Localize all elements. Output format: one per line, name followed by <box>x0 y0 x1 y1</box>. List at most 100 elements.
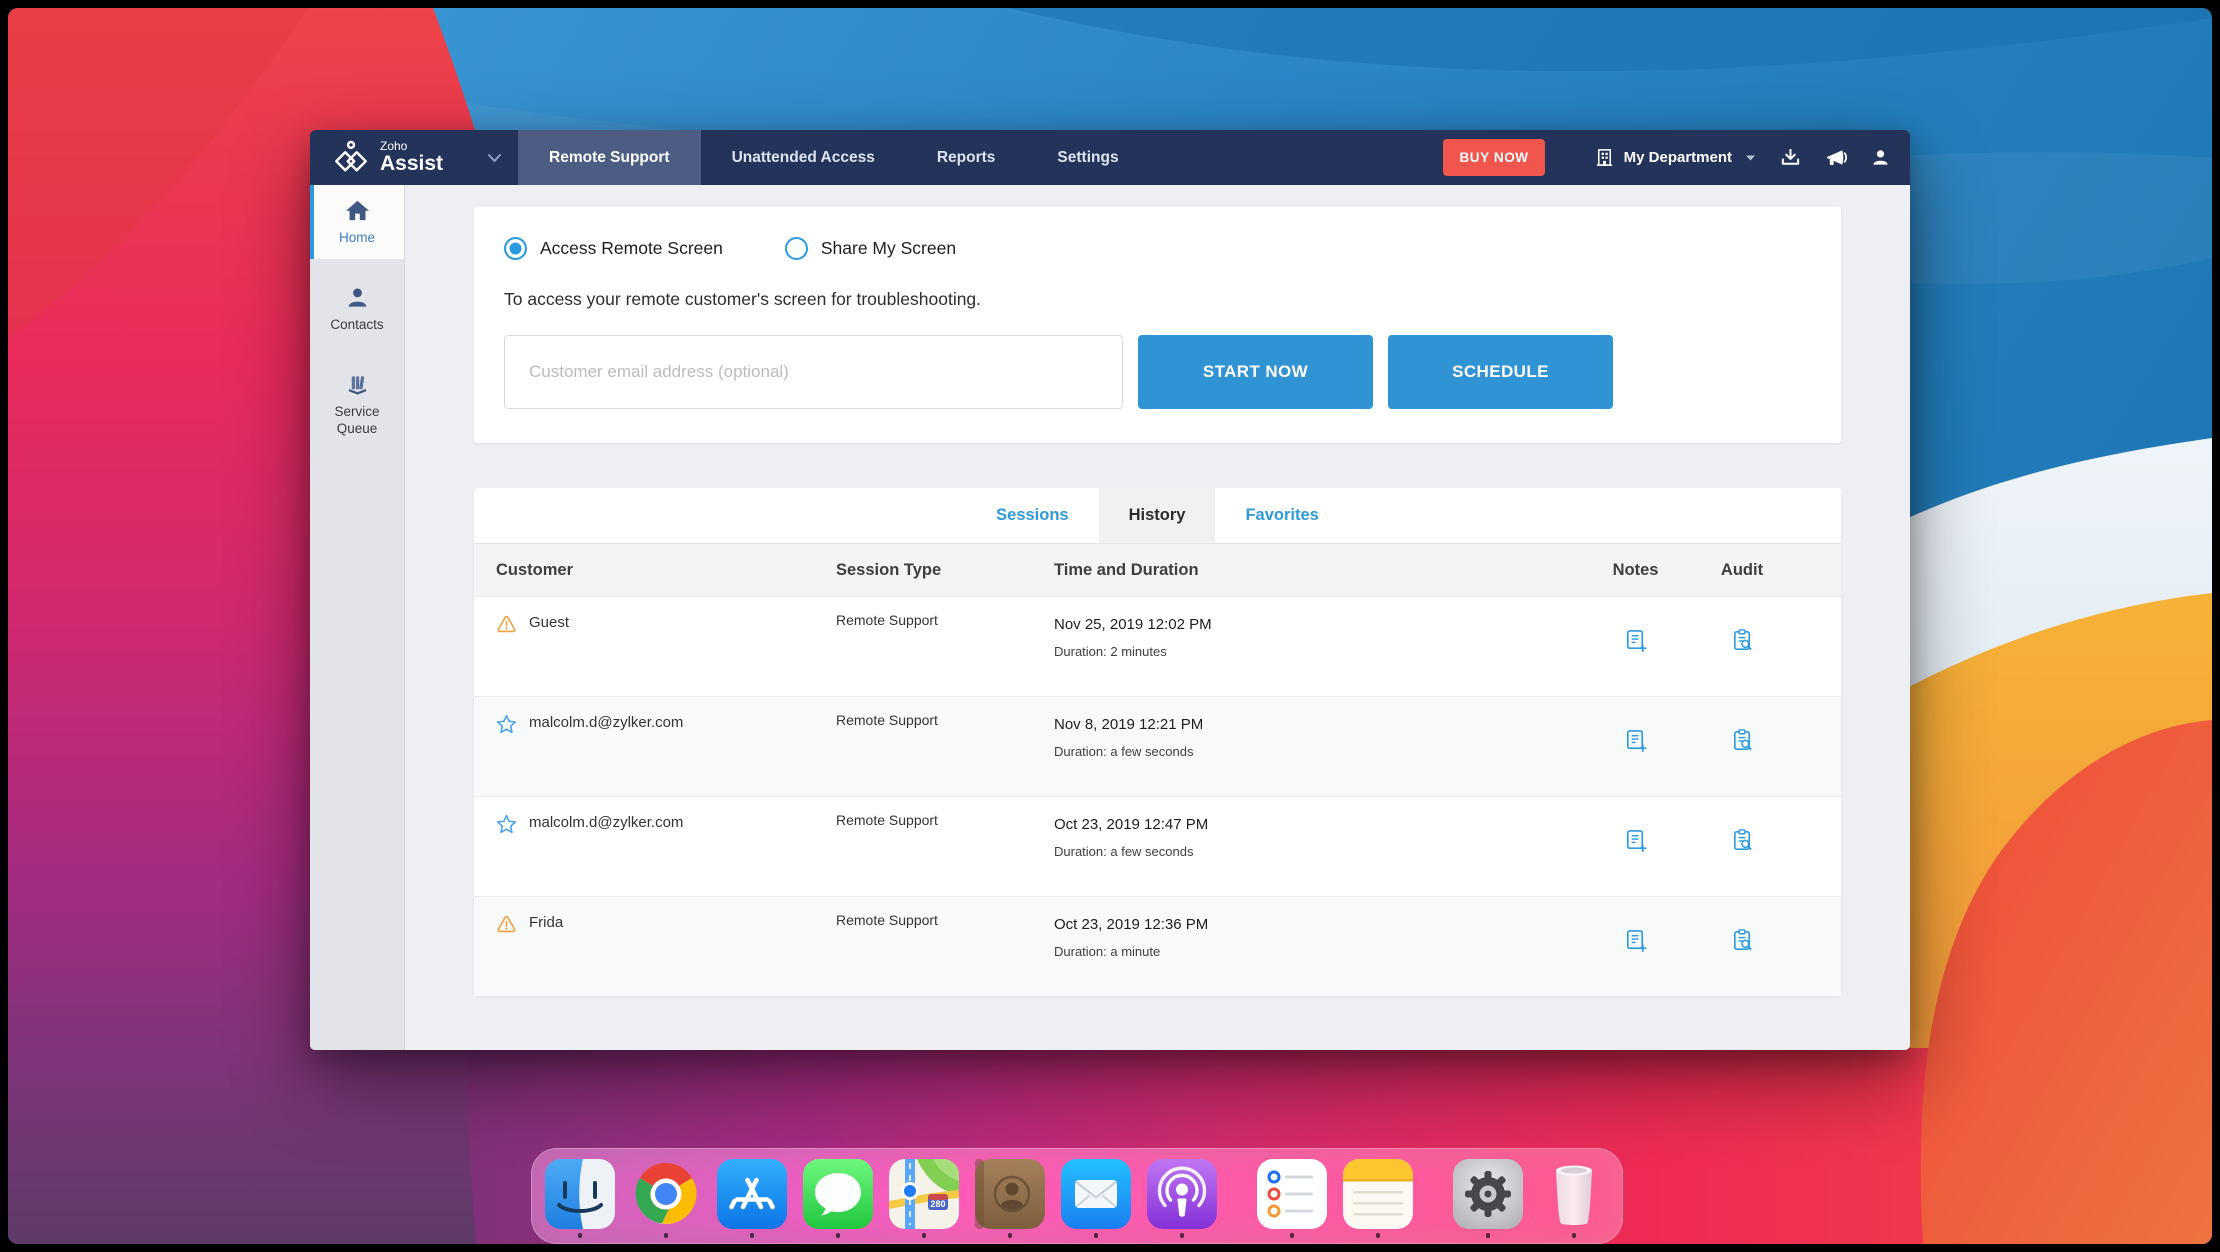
app-logo[interactable]: Zoho Assist <box>310 130 518 185</box>
session-duration: Duration: a few seconds <box>1054 744 1194 759</box>
running-indicator-dot <box>577 1233 583 1238</box>
favorite-star-icon[interactable] <box>496 714 517 734</box>
nav-tab-unattended-access[interactable]: Unattended Access <box>701 130 906 185</box>
running-indicator-dot <box>1289 1233 1295 1238</box>
running-indicator-dot <box>1375 1233 1381 1238</box>
dock-icon-chrome[interactable] <box>631 1159 701 1238</box>
nav-tab-settings[interactable]: Settings <box>1026 130 1149 185</box>
navbar: Zoho Assist Remote Support Unattended Acc… <box>310 130 1910 185</box>
running-indicator-dot <box>1179 1233 1185 1238</box>
tab-sessions[interactable]: Sessions <box>966 488 1098 543</box>
dock-icon-contacts[interactable] <box>975 1159 1045 1238</box>
guest-alert-icon[interactable] <box>496 614 517 634</box>
audit-cell <box>1683 697 1801 796</box>
nav-tab-remote-support[interactable]: Remote Support <box>518 130 701 185</box>
time-duration-cell: Nov 25, 2019 12:02 PM Duration: 2 minute… <box>1054 597 1588 696</box>
view-audit-icon[interactable] <box>1730 628 1755 653</box>
audit-cell <box>1683 897 1801 996</box>
dock-icon-mail[interactable] <box>1061 1159 1131 1238</box>
add-notes-icon[interactable] <box>1623 628 1648 653</box>
mail-icon <box>1061 1159 1131 1229</box>
view-audit-icon[interactable] <box>1730 928 1755 953</box>
running-indicator-dot <box>1093 1233 1099 1238</box>
add-notes-icon[interactable] <box>1623 728 1648 753</box>
dock-icon-maps[interactable]: 280 <box>889 1159 959 1238</box>
column-header-customer: Customer <box>496 560 574 579</box>
sidebar-item-home[interactable]: Home <box>310 185 404 259</box>
column-header-notes: Notes <box>1612 560 1659 579</box>
running-indicator-dot <box>1571 1233 1577 1238</box>
system-preferences-icon <box>1453 1159 1523 1229</box>
sidebar-item-service-queue[interactable]: Service Queue <box>310 359 404 450</box>
time-duration-cell: Oct 23, 2019 12:47 PM Duration: a few se… <box>1054 797 1588 896</box>
dock-icon-messages[interactable] <box>803 1159 873 1238</box>
customer-name: malcolm.d@zylker.com <box>529 814 684 831</box>
screenshot-frame: Zoho Assist Remote Support Unattended Acc… <box>0 0 2220 1252</box>
dock-icon-trash[interactable] <box>1539 1159 1609 1238</box>
app-store-icon <box>717 1159 787 1229</box>
session-time: Nov 8, 2019 12:21 PM <box>1054 716 1204 733</box>
sessions-card: Sessions History Favorites Customer Sessio… <box>474 488 1841 996</box>
announcements-button[interactable] <box>1813 147 1860 168</box>
table-header: Customer Session Type Time and Duration … <box>474 544 1841 596</box>
session-time: Nov 25, 2019 12:02 PM <box>1054 616 1212 633</box>
desktop: Zoho Assist Remote Support Unattended Acc… <box>8 8 2212 1244</box>
account-button[interactable] <box>1860 148 1910 167</box>
table-row: Frida Remote Support Oct 23, 2019 12:36 … <box>474 896 1841 996</box>
sidebar-item-contacts[interactable]: Contacts <box>310 272 404 346</box>
download-button[interactable] <box>1768 147 1813 168</box>
buy-now-button[interactable]: BUY NOW <box>1443 139 1545 176</box>
chevron-down-icon <box>1746 155 1755 160</box>
nav-tabs: Remote Support Unattended Access Reports Se… <box>518 130 1150 185</box>
add-notes-icon[interactable] <box>1623 828 1648 853</box>
dock-icon-reminders[interactable] <box>1257 1159 1327 1238</box>
customer-name: Frida <box>529 914 564 931</box>
window-body: Home Contacts Service Queue Access Remote … <box>310 185 1910 1050</box>
chrome-icon <box>635 1162 697 1224</box>
notes-icon <box>1343 1159 1413 1229</box>
maps-icon: 280 <box>889 1159 959 1229</box>
table-row: malcolm.d@zylker.com Remote Support Nov … <box>474 696 1841 796</box>
session-time: Oct 23, 2019 12:36 PM <box>1054 916 1209 933</box>
dock-icon-notes[interactable] <box>1343 1159 1413 1238</box>
time-duration-cell: Oct 23, 2019 12:36 PM Duration: a minute <box>1054 897 1588 996</box>
dock-icon-app-store[interactable] <box>717 1159 787 1238</box>
customer-cell: malcolm.d@zylker.com <box>496 697 836 796</box>
radio-button-icon <box>784 237 808 260</box>
main-content: Access Remote Screen Share My Screen To a… <box>405 185 1910 1050</box>
notes-cell <box>1588 897 1683 996</box>
nav-tab-reports[interactable]: Reports <box>906 130 1027 185</box>
notes-cell <box>1588 797 1683 896</box>
dock-icon-finder[interactable] <box>545 1159 615 1238</box>
contacts-app-icon <box>975 1159 1045 1229</box>
running-indicator-dot <box>835 1233 841 1238</box>
messages-icon <box>803 1159 873 1229</box>
radio-button-icon <box>504 237 527 260</box>
customer-cell: Guest <box>496 597 836 696</box>
radio-access-remote-screen[interactable]: Access Remote Screen <box>504 237 723 260</box>
add-notes-icon[interactable] <box>1623 928 1648 953</box>
schedule-button[interactable]: SCHEDULE <box>1388 335 1613 409</box>
start-now-button[interactable]: START NOW <box>1138 335 1373 409</box>
view-audit-icon[interactable] <box>1730 728 1755 753</box>
audit-cell <box>1683 797 1801 896</box>
dock-icon-podcasts[interactable] <box>1147 1159 1217 1238</box>
time-duration-cell: Nov 8, 2019 12:21 PM Duration: a few sec… <box>1054 697 1588 796</box>
tab-favorites[interactable]: Favorites <box>1215 488 1348 543</box>
column-header-session-type: Session Type <box>836 560 942 579</box>
guest-alert-icon[interactable] <box>496 914 517 934</box>
start-session-row: START NOW SCHEDULE <box>504 335 1613 409</box>
table-row: Guest Remote Support Nov 25, 2019 12:02 … <box>474 596 1841 696</box>
podcasts-icon <box>1147 1159 1217 1229</box>
organization-icon <box>1596 149 1612 166</box>
dock-icon-system-preferences[interactable] <box>1453 1159 1523 1238</box>
customer-email-input[interactable] <box>504 335 1123 409</box>
chevron-down-icon[interactable] <box>487 153 502 163</box>
megaphone-icon <box>1826 150 1847 166</box>
contacts-icon <box>348 288 366 307</box>
favorite-star-icon[interactable] <box>496 814 517 834</box>
radio-share-my-screen[interactable]: Share My Screen <box>784 237 956 260</box>
tab-history[interactable]: History <box>1098 488 1216 543</box>
department-selector[interactable]: My Department <box>1573 147 1768 168</box>
view-audit-icon[interactable] <box>1730 828 1755 853</box>
